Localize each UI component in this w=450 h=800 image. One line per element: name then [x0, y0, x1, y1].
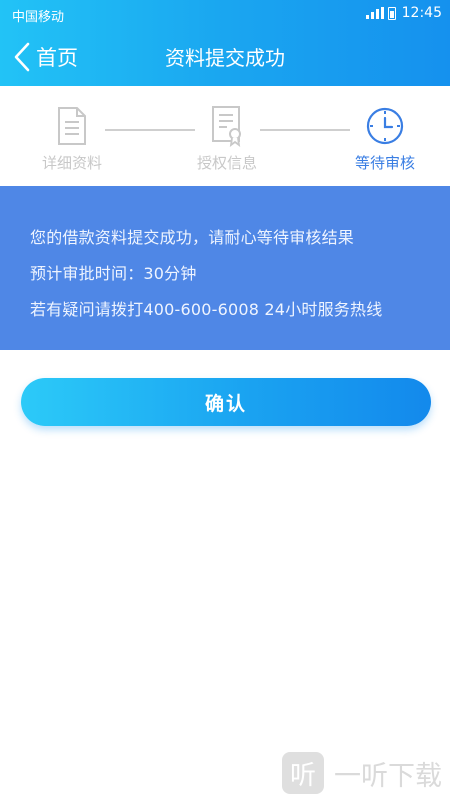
- step-authorization: 授权信息: [172, 104, 282, 173]
- watermark-logo-icon: 听: [282, 752, 324, 794]
- step-label: 等待审核: [354, 154, 415, 172]
- step-waiting-review: 等待审核: [330, 104, 440, 173]
- status-indicators: 12:45: [365, 5, 442, 21]
- info-line: 您的借款资料提交成功，请耐心等待审核结果: [30, 228, 355, 247]
- clock-icon: [366, 107, 404, 145]
- step-details: 详细资料: [17, 104, 127, 173]
- battery-icon: [387, 6, 396, 20]
- certificate-icon: [212, 106, 241, 147]
- step-label: 授权信息: [196, 154, 257, 172]
- carrier-name: 中国移动: [12, 10, 65, 25]
- submission-info-panel: 您的借款资料提交成功，请耐心等待审核结果 预计审批时间：30分钟 若有疑问请拨打…: [0, 186, 450, 350]
- status-time: 12:45: [401, 5, 442, 21]
- document-icon: [58, 107, 86, 145]
- page-title: 资料提交成功: [165, 46, 285, 70]
- app-header: 中国移动 12:45 首页 资料提交成功: [0, 0, 450, 86]
- watermark-text: 一听下载: [334, 760, 442, 792]
- info-line: 若有疑问请拨打400-600-6008 24小时服务热线: [30, 300, 383, 319]
- progress-steps: 详细资料 授权信息 等待审核: [0, 86, 450, 186]
- info-line: 预计审批时间：30分钟: [30, 264, 197, 283]
- signal-icon: [365, 7, 384, 19]
- watermark: 听 一听下载: [282, 752, 442, 794]
- confirm-button[interactable]: 确认: [21, 378, 431, 426]
- navbar: 首页 资料提交成功: [0, 28, 450, 86]
- step-label: 详细资料: [41, 154, 102, 172]
- status-bar: 中国移动 12:45: [0, 0, 450, 28]
